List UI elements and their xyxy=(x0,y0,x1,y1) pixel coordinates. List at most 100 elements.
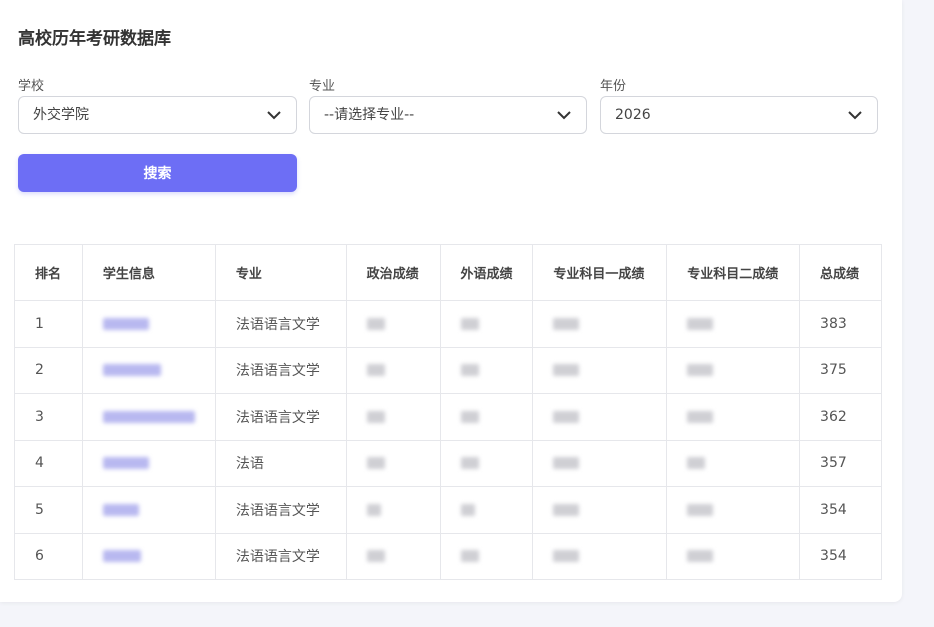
table-row: 2 法语语言文学 375 xyxy=(14,346,882,394)
redacted-score xyxy=(687,550,714,563)
col-header-student[interactable]: 学生信息 xyxy=(81,244,216,301)
language-cell xyxy=(439,532,534,580)
politics-cell xyxy=(345,486,441,534)
language-cell xyxy=(439,300,534,348)
subject2-cell xyxy=(666,439,801,487)
redacted-student xyxy=(102,457,149,470)
language-cell xyxy=(439,439,534,487)
major-cell: 法语语言文学 xyxy=(214,486,347,534)
subject2-cell xyxy=(666,486,801,534)
major-cell: 法语语言文学 xyxy=(214,393,347,441)
col-header-politics[interactable]: 政治成绩 xyxy=(345,244,441,301)
subject1-cell xyxy=(532,486,668,534)
rank-cell: 2 xyxy=(14,346,83,394)
language-cell xyxy=(439,346,534,394)
language-cell xyxy=(439,393,534,441)
chevron-down-icon xyxy=(557,111,571,120)
table-row: 5 法语语言文学 354 xyxy=(14,486,882,534)
table-row: 1 法语语言文学 383 xyxy=(14,300,882,348)
redacted-score xyxy=(553,457,580,470)
student-cell xyxy=(81,532,216,580)
major-cell: 法语语言文学 xyxy=(214,346,347,394)
redacted-score xyxy=(687,317,714,330)
student-cell xyxy=(81,300,216,348)
chevron-down-icon xyxy=(267,111,281,120)
redacted-score xyxy=(553,410,580,423)
subject1-cell xyxy=(532,439,668,487)
redacted-score xyxy=(460,503,475,516)
total-cell: 354 xyxy=(799,532,882,580)
major-select[interactable]: --请选择专业-- xyxy=(309,96,587,134)
total-cell: 357 xyxy=(799,439,882,487)
page-title: 高校历年考研数据库 xyxy=(18,29,171,49)
redacted-score xyxy=(460,457,479,470)
school-select[interactable]: 外交学院 xyxy=(18,96,297,134)
rank-cell: 1 xyxy=(14,300,83,348)
total-cell: 375 xyxy=(799,346,882,394)
total-cell: 354 xyxy=(799,486,882,534)
year-select-value: 2026 xyxy=(615,107,651,123)
redacted-score xyxy=(366,317,385,330)
subject2-cell xyxy=(666,393,801,441)
rank-cell: 4 xyxy=(14,439,83,487)
col-header-total[interactable]: 总成绩 xyxy=(799,244,882,301)
col-header-rank[interactable]: 排名 xyxy=(14,244,83,301)
politics-cell xyxy=(345,532,441,580)
redacted-score xyxy=(460,410,479,423)
student-cell xyxy=(81,439,216,487)
rank-cell: 5 xyxy=(14,486,83,534)
table-row: 3 法语语言文学 362 xyxy=(14,393,882,441)
subject1-cell xyxy=(532,346,668,394)
rank-cell: 6 xyxy=(14,532,83,580)
redacted-score xyxy=(366,457,385,470)
redacted-score xyxy=(553,317,580,330)
results-table: 排名 学生信息 专业 政治成绩 外语成绩 专业科目一成绩 专业科目二成绩 总成绩… xyxy=(14,244,882,580)
redacted-student xyxy=(102,317,149,330)
total-cell: 362 xyxy=(799,393,882,441)
redacted-student xyxy=(102,410,195,423)
table-row: 4 法语 357 xyxy=(14,439,882,487)
subject1-cell xyxy=(532,393,668,441)
major-cell: 法语语言文学 xyxy=(214,532,347,580)
school-label: 学校 xyxy=(18,79,45,94)
col-header-subject2[interactable]: 专业科目二成绩 xyxy=(666,244,801,301)
redacted-score xyxy=(366,364,385,377)
main-card: 高校历年考研数据库 学校 专业 年份 外交学院 --请选择专业-- 2026 搜… xyxy=(0,0,902,602)
rank-cell: 3 xyxy=(14,393,83,441)
subject2-cell xyxy=(666,300,801,348)
chevron-down-icon xyxy=(848,111,862,120)
col-header-subject1[interactable]: 专业科目一成绩 xyxy=(532,244,668,301)
table-row: 6 法语语言文学 354 xyxy=(14,532,882,580)
major-label: 专业 xyxy=(309,79,336,94)
student-cell xyxy=(81,346,216,394)
col-header-language[interactable]: 外语成绩 xyxy=(439,244,534,301)
major-cell: 法语语言文学 xyxy=(214,300,347,348)
col-header-major[interactable]: 专业 xyxy=(214,244,347,301)
redacted-student xyxy=(102,550,141,563)
major-select-value: --请选择专业-- xyxy=(324,107,415,123)
subject1-cell xyxy=(532,532,668,580)
year-select[interactable]: 2026 xyxy=(600,96,878,134)
politics-cell xyxy=(345,393,441,441)
redacted-student xyxy=(102,503,139,516)
politics-cell xyxy=(345,346,441,394)
redacted-score xyxy=(553,503,580,516)
redacted-score xyxy=(687,503,714,516)
subject2-cell xyxy=(666,346,801,394)
redacted-score xyxy=(366,410,385,423)
redacted-score xyxy=(366,550,385,563)
redacted-score xyxy=(366,503,381,516)
redacted-score xyxy=(687,364,714,377)
major-cell: 法语 xyxy=(214,439,347,487)
politics-cell xyxy=(345,300,441,348)
redacted-student xyxy=(102,364,161,377)
student-cell xyxy=(81,393,216,441)
school-select-value: 外交学院 xyxy=(33,107,89,123)
redacted-score xyxy=(460,550,479,563)
search-button[interactable]: 搜索 xyxy=(18,154,297,192)
total-cell: 383 xyxy=(799,300,882,348)
politics-cell xyxy=(345,439,441,487)
year-label: 年份 xyxy=(600,79,627,94)
redacted-score xyxy=(553,364,580,377)
language-cell xyxy=(439,486,534,534)
